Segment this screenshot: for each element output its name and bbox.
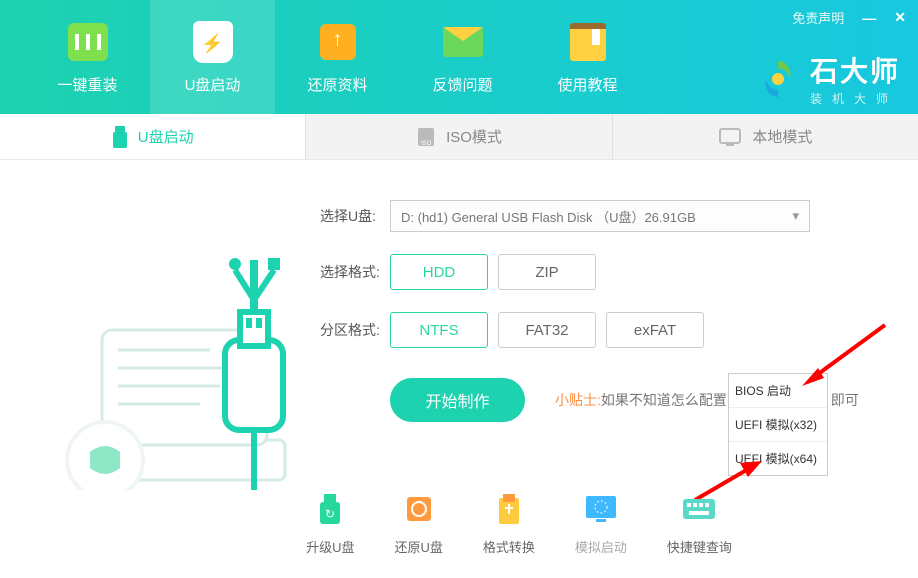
nav-label: 反馈问题 <box>432 74 492 95</box>
tool-label: 模拟启动 <box>575 537 627 556</box>
local-icon <box>718 127 742 147</box>
logo-subtitle: 装机大师 <box>810 90 900 107</box>
tool-label: 升级U盘 <box>306 537 354 556</box>
subnav-local[interactable]: 本地模式 <box>612 114 918 159</box>
subnav-label: ISO模式 <box>446 126 502 147</box>
nav-feedback[interactable]: 反馈问题 <box>400 0 525 114</box>
tool-upgrade-usb[interactable]: ↻ 升级U盘 <box>306 491 354 556</box>
subnav-usb[interactable]: U盘启动 <box>0 114 305 159</box>
format-zip[interactable]: ZIP <box>498 254 596 290</box>
usb-select-row: 选择U盘: D: (hd1) General USB Flash Disk （U… <box>320 200 888 232</box>
subnav-iso[interactable]: ISO ISO模式 <box>305 114 611 159</box>
format-hdd[interactable]: HDD <box>390 254 488 290</box>
tool-hotkey-lookup[interactable]: 快捷键查询 <box>667 491 732 556</box>
usb-select[interactable]: D: (hd1) General USB Flash Disk （U盘）26.9… <box>390 200 810 232</box>
menu-uefi-x64[interactable]: UEFI 模拟(x64) <box>729 442 827 475</box>
close-button[interactable]: ✕ <box>894 9 906 26</box>
svg-text:↻: ↻ <box>325 507 335 521</box>
nav-tutorial[interactable]: 使用教程 <box>525 0 650 114</box>
usb-icon <box>112 126 128 148</box>
restore-icon <box>316 20 360 64</box>
subnav-label: U盘启动 <box>138 126 194 147</box>
format-options: HDD ZIP <box>390 254 596 290</box>
sub-nav: U盘启动 ISO ISO模式 本地模式 <box>0 114 918 160</box>
usb-label: 选择U盘: <box>320 206 390 226</box>
start-button[interactable]: 开始制作 <box>390 378 525 422</box>
chevron-down-icon: ▾ <box>792 208 799 224</box>
titlebar-right: 免责声明 — ✕ <box>780 0 918 35</box>
tool-label: 格式转换 <box>483 537 535 556</box>
hotkey-icon <box>681 491 717 527</box>
nav-label: U盘启动 <box>185 74 241 95</box>
restore-usb-icon <box>401 491 437 527</box>
partition-fat32[interactable]: FAT32 <box>498 312 596 348</box>
boot-mode-menu: BIOS 启动 UEFI 模拟(x32) UEFI 模拟(x64) <box>728 373 828 476</box>
partition-options: NTFS FAT32 exFAT <box>390 312 704 348</box>
header: 一键重装 U盘启动 还原资料 反馈问题 使用教程 免责声明 — ✕ <box>0 0 918 114</box>
iso-icon: ISO <box>416 126 436 148</box>
upgrade-usb-icon: ↻ <box>312 491 348 527</box>
format-row: 选择格式: HDD ZIP <box>320 254 888 290</box>
minimize-button[interactable]: — <box>862 10 876 26</box>
tip-text-end: 即可 <box>831 392 859 408</box>
nav-label: 还原资料 <box>307 74 367 95</box>
logo-title: 石大师 <box>810 50 900 90</box>
tip-label: 小贴士: <box>555 392 601 408</box>
nav-restore[interactable]: 还原资料 <box>275 0 400 114</box>
window-controls: 免责声明 — ✕ <box>792 8 906 27</box>
illustration <box>30 200 300 490</box>
format-label: 选择格式: <box>320 262 390 282</box>
format-convert-icon <box>491 491 527 527</box>
tool-label: 快捷键查询 <box>667 537 732 556</box>
tool-restore-usb[interactable]: 还原U盘 <box>394 491 442 556</box>
nav-reinstall[interactable]: 一键重装 <box>25 0 150 114</box>
nav-usb-boot[interactable]: U盘启动 <box>150 0 275 114</box>
reinstall-icon <box>66 20 110 64</box>
menu-bios[interactable]: BIOS 启动 <box>729 374 827 408</box>
svg-text:ISO: ISO <box>421 141 432 147</box>
subnav-label: 本地模式 <box>752 126 812 147</box>
nav-label: 使用教程 <box>557 74 617 95</box>
bottom-toolbar: ↻ 升级U盘 还原U盘 格式转换 模拟启动 快捷键查询 <box>0 491 918 556</box>
tool-simulate-boot[interactable]: 模拟启动 <box>575 491 627 556</box>
partition-label: 分区格式: <box>320 320 390 340</box>
partition-exfat[interactable]: exFAT <box>606 312 704 348</box>
logo-text: 石大师 装机大师 <box>810 50 900 107</box>
menu-uefi-x32[interactable]: UEFI 模拟(x32) <box>729 408 827 442</box>
tip-text: 如果不知道怎么配置 <box>601 392 727 408</box>
main-nav: 一键重装 U盘启动 还原资料 反馈问题 使用教程 <box>0 0 650 114</box>
tool-label: 还原U盘 <box>394 537 442 556</box>
usb-boot-icon <box>191 20 235 64</box>
usb-select-value: D: (hd1) General USB Flash Disk （U盘）26.9… <box>401 207 696 226</box>
logo-icon <box>756 57 800 101</box>
logo: 石大师 装机大师 <box>756 50 900 107</box>
feedback-icon <box>441 20 485 64</box>
partition-row: 分区格式: NTFS FAT32 exFAT <box>320 312 888 348</box>
nav-label: 一键重装 <box>57 74 117 95</box>
tool-format-convert[interactable]: 格式转换 <box>483 491 535 556</box>
simulate-boot-icon <box>583 491 619 527</box>
disclaimer-link[interactable]: 免责声明 <box>792 8 844 27</box>
tutorial-icon <box>566 20 610 64</box>
partition-ntfs[interactable]: NTFS <box>390 312 488 348</box>
